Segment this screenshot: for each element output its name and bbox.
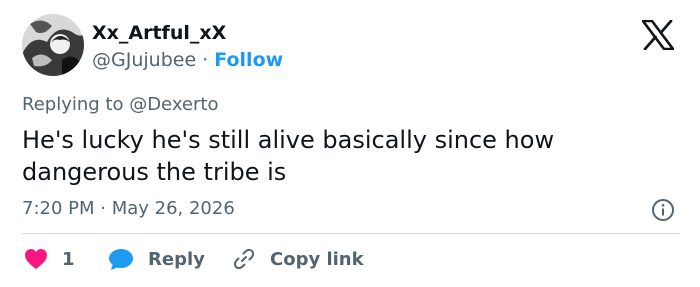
separator-dot: · xyxy=(202,49,209,71)
avatar-image xyxy=(22,14,84,76)
tweet-timestamp[interactable]: 7:20 PM · May 26, 2026 xyxy=(22,198,235,219)
reply-button[interactable]: Reply xyxy=(108,244,205,274)
replying-to[interactable]: Replying to @Dexerto xyxy=(22,94,218,115)
avatar[interactable] xyxy=(22,14,84,76)
display-name[interactable]: Xx_Artful_xX xyxy=(92,22,226,44)
heart-icon xyxy=(25,249,47,269)
handle-row: @GJujubee · Follow xyxy=(92,49,283,71)
tweet-text: He's lucky he's still alive basically si… xyxy=(22,126,555,186)
follow-link[interactable]: Follow xyxy=(214,49,283,71)
copy-link-label: Copy link xyxy=(270,248,364,270)
speech-bubble-icon xyxy=(109,249,133,270)
divider xyxy=(22,233,680,234)
x-logo-icon[interactable] xyxy=(641,19,675,51)
link-icon xyxy=(234,249,254,269)
reply-label: Reply xyxy=(148,248,205,270)
user-handle[interactable]: @GJujubee xyxy=(92,49,196,71)
info-icon[interactable] xyxy=(651,198,675,222)
like-button[interactable]: 1 xyxy=(24,244,75,274)
like-count: 1 xyxy=(62,248,75,270)
copy-link-button[interactable]: Copy link xyxy=(232,244,364,274)
